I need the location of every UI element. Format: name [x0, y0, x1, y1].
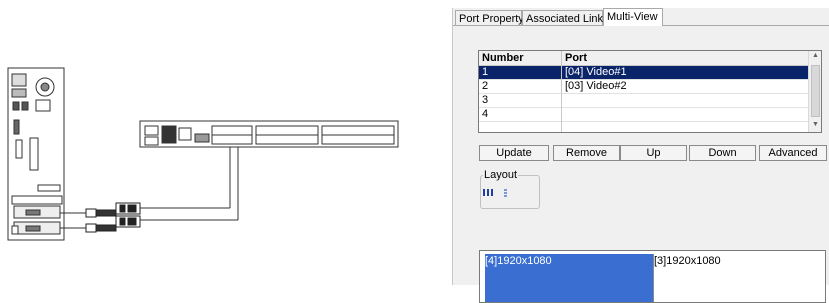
port-list-grid: Number Port 1 [04] Video#1 2 [03] Video#… [478, 50, 822, 133]
preview-window-secondary[interactable]: [3]1920x1080 [653, 254, 820, 302]
up-button[interactable]: Up [620, 145, 687, 161]
grid-row[interactable]: 2 [03] Video#2 [479, 80, 810, 94]
grid-row[interactable]: 3 [479, 94, 810, 108]
kvm-switch-icon [139, 120, 399, 148]
row-number: 2 [482, 80, 489, 92]
connection-diagram [0, 0, 450, 285]
row-number: 3 [482, 94, 489, 106]
layout-dual-icon[interactable] [501, 188, 511, 197]
tab-port-property[interactable]: Port Property [455, 10, 524, 26]
remove-button[interactable]: Remove [553, 145, 620, 161]
hardware-illustration [7, 67, 399, 241]
advanced-button[interactable]: Advanced [759, 145, 827, 161]
layout-group-label: Layout [483, 168, 519, 182]
port-settings-dialog: Port Property Associated Link Multi-View… [452, 8, 829, 303]
tab-associated-link[interactable]: Associated Link [522, 10, 603, 26]
column-header-number[interactable]: Number [482, 51, 524, 65]
preview-window-primary[interactable]: [4]1920x1080 [485, 254, 653, 302]
scroll-down-arrow-icon[interactable]: ▼ [812, 121, 819, 128]
tab-multi-view[interactable]: Multi-View [603, 8, 663, 26]
vertical-scrollbar[interactable]: ▲ ▼ [808, 51, 821, 132]
layout-quad-icon[interactable] [483, 188, 493, 197]
layout-group: Layout [480, 168, 540, 209]
column-divider [561, 51, 562, 132]
scroll-up-arrow-icon[interactable]: ▲ [812, 52, 819, 59]
row-number: 4 [482, 108, 489, 120]
grid-header: Number Port [479, 51, 810, 66]
row-port: [03] Video#2 [565, 80, 627, 92]
preview-primary-label: [4]1920x1080 [485, 255, 552, 267]
grid-row[interactable]: 1 [04] Video#1 [479, 66, 810, 80]
update-button[interactable]: Update [479, 145, 549, 161]
computer-tower-icon [7, 67, 65, 241]
cable-adapter-icon [85, 202, 141, 233]
row-number: 1 [482, 66, 489, 78]
preview-secondary-label: [3]1920x1080 [654, 255, 721, 267]
row-port: [04] Video#1 [565, 66, 627, 78]
multi-view-preview: [4]1920x1080 [3]1920x1080 [479, 250, 826, 303]
column-header-port[interactable]: Port [565, 51, 587, 65]
scrollbar-thumb[interactable] [811, 65, 820, 117]
grid-row[interactable]: 4 [479, 108, 810, 122]
down-button[interactable]: Down [689, 145, 756, 161]
multi-view-panel: Number Port 1 [04] Video#1 2 [03] Video#… [453, 25, 829, 303]
